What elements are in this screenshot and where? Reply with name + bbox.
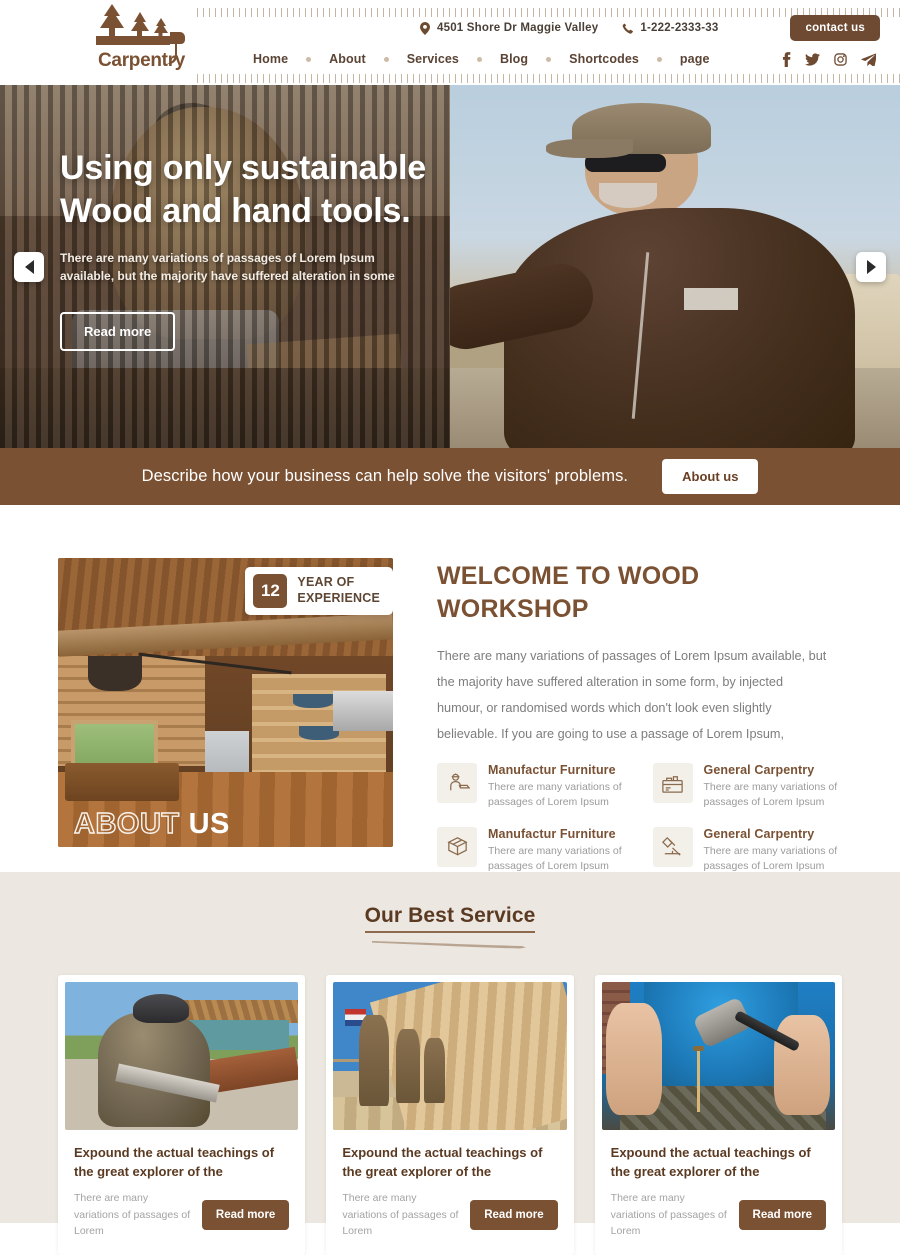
welcome-content: WELCOME TO WOOD WORKSHOP There are many … <box>437 558 842 874</box>
feature-item-manufactur-furniture-2[interactable]: Manufactur Furniture There are many vari… <box>437 826 627 874</box>
facebook-icon[interactable] <box>782 51 791 67</box>
header-address-text: 4501 Shore Dr Maggie Valley <box>437 22 599 34</box>
services-card-grid: Expound the actual teachings of the grea… <box>0 958 900 1255</box>
feature-desc: There are many variations of passages of… <box>488 844 622 872</box>
service-card[interactable]: Expound the actual teachings of the grea… <box>594 975 842 1255</box>
experience-badge: 12 YEAR OF EXPERIENCE <box>245 567 393 615</box>
site-logo[interactable]: Carpentry <box>78 0 198 72</box>
service-card-image-wall-framing <box>333 982 567 1130</box>
welcome-title: WELCOME TO WOOD WORKSHOP <box>437 562 700 623</box>
experience-badge-line2: EXPERIENCE <box>297 591 380 605</box>
nav-links: Home About Services Blog Shortcodes page <box>235 52 728 66</box>
service-card[interactable]: Expound the actual teachings of the grea… <box>326 975 574 1255</box>
twitter-icon[interactable] <box>805 52 820 66</box>
experience-badge-text: YEAR OF EXPERIENCE <box>297 575 380 606</box>
hero-image-right-carpenter <box>450 85 900 448</box>
service-card-heading: Expound the actual teachings of the grea… <box>610 1145 811 1180</box>
header-address: 4501 Shore Dr Maggie Valley <box>420 21 599 35</box>
cta-text: Describe how your business can help solv… <box>141 467 629 485</box>
logo-text: Carpentry <box>98 50 186 71</box>
nav-item-page[interactable]: page <box>662 52 728 66</box>
feature-item-general-carpentry-2[interactable]: General Carpentry There are many variati… <box>652 826 843 874</box>
service-card-heading: Expound the actual teachings of the grea… <box>342 1145 543 1180</box>
hero-title-line1: Using only sustainable <box>60 149 426 187</box>
hero-prev-arrow-button[interactable] <box>14 251 44 282</box>
service-card-image-carpenter-sawing <box>65 982 299 1130</box>
service-card-heading: Expound the actual teachings of the grea… <box>74 1145 275 1180</box>
toolbox-icon <box>652 763 693 804</box>
feature-list: Manufactur Furniture There are many vari… <box>437 763 842 874</box>
feature-title: Manufactur Furniture <box>488 826 616 841</box>
feature-desc: There are many variations of passages of… <box>703 844 838 872</box>
social-links <box>782 51 882 67</box>
wood-plank-icon <box>437 826 477 867</box>
about-overlay-solid: US <box>188 808 230 840</box>
worker-icon <box>437 763 477 804</box>
hero-content: Using only sustainable Wood and hand too… <box>60 147 460 351</box>
nav-item-blog[interactable]: Blog <box>482 52 546 66</box>
cta-banner: Describe how your business can help solv… <box>0 448 900 505</box>
about-us-overlay-text: ABOUT US <box>73 807 230 841</box>
trees-hammer-logo-icon: Carpentry <box>96 4 186 71</box>
feature-desc: There are many variations of passages of… <box>488 781 622 809</box>
feature-desc: There are many variations of passages of… <box>703 781 838 809</box>
hero-title-line2: Wood and hand tools. <box>60 191 411 230</box>
service-card-desc: There are many variations of passages of… <box>610 1192 727 1237</box>
hero-slider: Using only sustainable Wood and hand too… <box>0 85 900 448</box>
contact-us-button[interactable]: contact us <box>790 15 880 41</box>
instagram-icon[interactable] <box>834 52 847 66</box>
welcome-body-text: There are many variations of passages of… <box>437 649 827 742</box>
header-topbar: 4501 Shore Dr Maggie Valley 1-222-2333-3… <box>420 12 880 44</box>
hammer-nail-icon <box>652 826 693 867</box>
telegram-icon[interactable] <box>861 53 876 66</box>
cta-about-us-button[interactable]: About us <box>662 459 759 494</box>
page-root: Carpentry 4501 Shore Dr Maggie Valley 1-… <box>0 0 900 1255</box>
hero-subtitle: There are many variations of passages of… <box>60 250 395 284</box>
experience-badge-line1: YEAR OF <box>297 575 355 590</box>
hero-title: Using only sustainable Wood and hand too… <box>60 147 460 233</box>
feature-item-general-carpentry-1[interactable]: General Carpentry There are many variati… <box>652 763 843 810</box>
feature-title: General Carpentry <box>703 826 815 841</box>
service-read-more-button[interactable]: Read more <box>201 1199 290 1230</box>
pencil-stroke-decoration-icon <box>372 941 526 949</box>
welcome-section: 12 YEAR OF EXPERIENCE ABOUT US WELCOME T… <box>0 505 900 872</box>
feature-title: General Carpentry <box>703 763 815 778</box>
service-read-more-button[interactable]: Read more <box>738 1199 826 1230</box>
feature-item-manufactur-furniture-1[interactable]: Manufactur Furniture There are many vari… <box>437 763 627 810</box>
experience-years-number: 12 <box>253 574 288 608</box>
services-section: Our Best Service Expound the actual teac… <box>0 872 900 1255</box>
services-header: Our Best Service <box>0 904 900 958</box>
hero-read-more-button[interactable]: Read more <box>60 311 176 351</box>
nav-item-services[interactable]: Services <box>389 52 477 66</box>
nav-item-about[interactable]: About <box>311 52 384 66</box>
service-read-more-button[interactable]: Read more <box>470 1199 558 1230</box>
chevron-left-icon <box>24 259 34 274</box>
feature-title: Manufactur Furniture <box>488 763 616 778</box>
header-phone[interactable]: 1-222-2333-33 <box>622 22 718 34</box>
nav-item-home[interactable]: Home <box>235 52 306 66</box>
chevron-right-icon <box>866 259 876 274</box>
site-header: Carpentry 4501 Shore Dr Maggie Valley 1-… <box>0 0 900 85</box>
service-card-image-hammer-nail <box>601 982 835 1130</box>
header-phone-text: 1-222-2333-33 <box>640 22 719 34</box>
about-overlay-outlined: ABOUT <box>73 807 180 840</box>
nav-item-shortcodes[interactable]: Shortcodes <box>551 52 657 66</box>
location-pin-icon <box>420 21 430 35</box>
main-navigation: Home About Services Blog Shortcodes page <box>197 45 882 73</box>
service-card-desc: There are many variations of passages of… <box>74 1192 191 1237</box>
hero-right-scene <box>450 85 900 448</box>
services-title: Our Best Service <box>364 904 536 933</box>
service-card[interactable]: Expound the actual teachings of the grea… <box>58 975 306 1255</box>
phone-icon <box>622 23 634 34</box>
ruler-decoration-bottom <box>197 74 900 83</box>
hero-next-arrow-button[interactable] <box>856 251 886 282</box>
service-card-desc: There are many variations of passages of… <box>342 1192 459 1237</box>
about-image: 12 YEAR OF EXPERIENCE ABOUT US <box>58 558 393 847</box>
